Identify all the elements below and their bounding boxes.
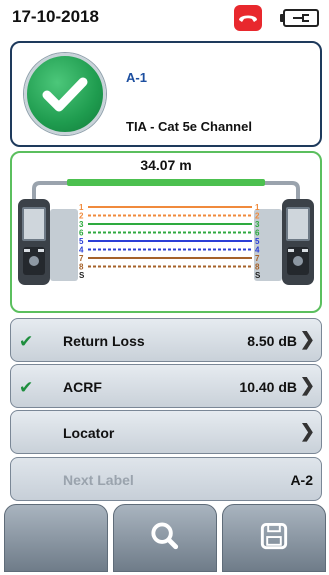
save-button[interactable] (222, 504, 326, 572)
date: 17-10-2018 (12, 7, 99, 26)
remote-tester-icon (282, 199, 314, 285)
next-label-value: A-2 (290, 472, 313, 488)
main-tester-icon (18, 199, 50, 285)
measurement-row-locator[interactable]: Locator ❯ (10, 410, 322, 454)
chevron-right-icon: ❯ (299, 329, 315, 349)
search-icon (151, 522, 179, 550)
measurement-label: Return Loss (63, 333, 145, 349)
save-icon (260, 522, 288, 550)
measurement-row-acrf[interactable]: ✔ ACRF 10.40 dB ❯ (10, 364, 322, 408)
left-pin-S: S (79, 271, 85, 280)
right-pin-S: S (255, 271, 261, 280)
pass-check-icon: ✔ (19, 378, 34, 397)
chevron-right-icon: ❯ (299, 421, 315, 441)
left-pin-labels: 12365478S (79, 203, 85, 280)
test-limit: TIA - Cat 5e Channel (126, 119, 252, 134)
pass-check-icon: ✔ (19, 332, 34, 351)
test-result-card[interactable]: A-1 TIA - Cat 5e Channel (10, 41, 322, 147)
measurement-row-return-loss[interactable]: ✔ Return Loss 8.50 dB ❯ (10, 318, 322, 362)
measurement-value: 8.50 dB (247, 333, 297, 349)
wiremap-diagram: 12365478S 12365478S (18, 179, 314, 285)
next-label-row[interactable]: Next Label A-2 (10, 457, 322, 501)
cable-id: A-1 (126, 70, 147, 85)
search-button[interactable] (113, 504, 217, 572)
measurement-label: Locator (63, 425, 115, 441)
wiremap-card[interactable]: 34.07 m 12365478S 1 2 3 6 5 4 7 8 S (10, 151, 322, 313)
next-label-caption: Next Label (63, 472, 134, 488)
toolbar-button-blank[interactable] (4, 504, 108, 572)
phone-hangup-icon[interactable] (234, 5, 262, 31)
pass-check-icon (24, 53, 106, 135)
length-bar (67, 179, 265, 186)
measurement-label: ACRF (63, 379, 102, 395)
chevron-right-icon: ❯ (299, 375, 315, 395)
wire-pairs (88, 206, 252, 268)
battery-plugged-icon (283, 9, 319, 27)
measurement-value: 10.40 dB (239, 379, 297, 395)
status-bar: 17-10-2018 (0, 0, 329, 36)
